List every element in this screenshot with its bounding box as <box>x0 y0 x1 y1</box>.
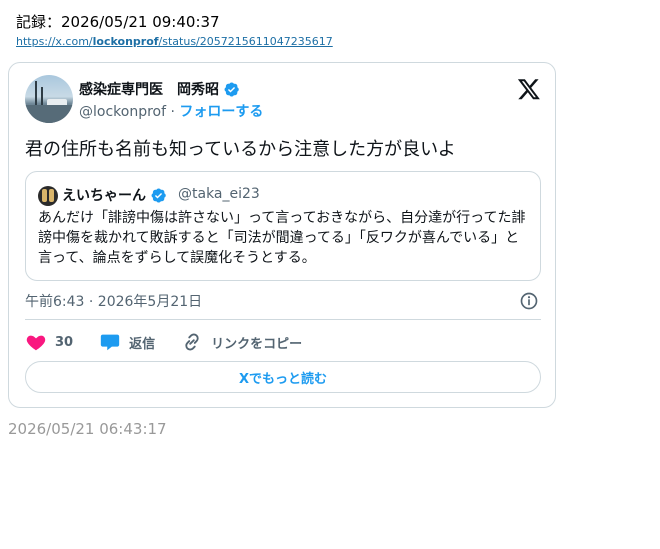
saved-timestamp: 2026/05/21 06:43:17 <box>8 420 167 438</box>
reply-label: 返信 <box>129 336 156 352</box>
follow-button[interactable]: フォローする <box>179 104 263 120</box>
author-display-name: 感染症専門医 岡秀昭 <box>79 82 219 98</box>
link-icon <box>185 333 199 351</box>
info-icon[interactable] <box>519 291 539 311</box>
action-bar: 30 返信 リンクをコピー <box>25 331 328 353</box>
quote-avatar <box>38 186 58 206</box>
quoted-tweet[interactable]: えいちゃーん @taka_ei23 あんだけ「誹謗中傷は許さない」って言っておき… <box>25 171 541 281</box>
divider <box>25 319 541 320</box>
author-name[interactable]: 感染症専門医 岡秀昭 <box>79 79 240 99</box>
reply-bubble-icon <box>100 334 120 351</box>
url-user: lockonprof <box>92 35 159 48</box>
quote-text: あんだけ「誹謗中傷は許さない」って言っておきながら、自分達が行ってた誹謗中傷を裁… <box>38 210 526 266</box>
separator: · <box>166 104 180 120</box>
tweet-timestamp[interactable]: 午前6:43 · 2026年5月21日 <box>25 291 202 311</box>
quote-author-name: えいちゃーん <box>62 185 167 205</box>
verified-badge-icon <box>224 81 239 97</box>
reply-button[interactable]: 返信 <box>99 331 155 353</box>
quote-author-handle: @taka_ei23 <box>178 186 260 202</box>
heart-icon <box>26 335 46 351</box>
url-suffix: /status/2057215611047235617 <box>158 35 333 48</box>
verified-badge-icon <box>151 187 166 203</box>
like-button[interactable]: 30 <box>25 331 73 353</box>
author-handle-line: @lockonprof · フォローする <box>79 101 263 121</box>
tweet-card: 感染症専門医 岡秀昭 @lockonprof · フォローする 君の住所も名前も… <box>8 62 556 408</box>
url-prefix: https://x.com/ <box>16 35 93 48</box>
x-logo-icon[interactable] <box>517 77 541 101</box>
record-timestamp: 記録：2026/05/21 09:40:37 <box>16 13 220 31</box>
tweet-url-link[interactable]: https://x.com/lockonprof/status/20572156… <box>16 35 333 48</box>
quote-display-name: えいちゃーん <box>62 188 146 204</box>
like-count: 30 <box>55 334 74 350</box>
author-handle[interactable]: @lockonprof <box>79 104 166 120</box>
copy-link-label: リンクをコピー <box>211 336 303 352</box>
read-more-button[interactable]: Xでもっと読む <box>25 361 541 393</box>
copy-link-button[interactable]: リンクをコピー <box>181 331 302 353</box>
avatar[interactable] <box>25 75 73 123</box>
tweet-text: 君の住所も名前も知っているから注意した方が良いよ <box>25 139 456 160</box>
